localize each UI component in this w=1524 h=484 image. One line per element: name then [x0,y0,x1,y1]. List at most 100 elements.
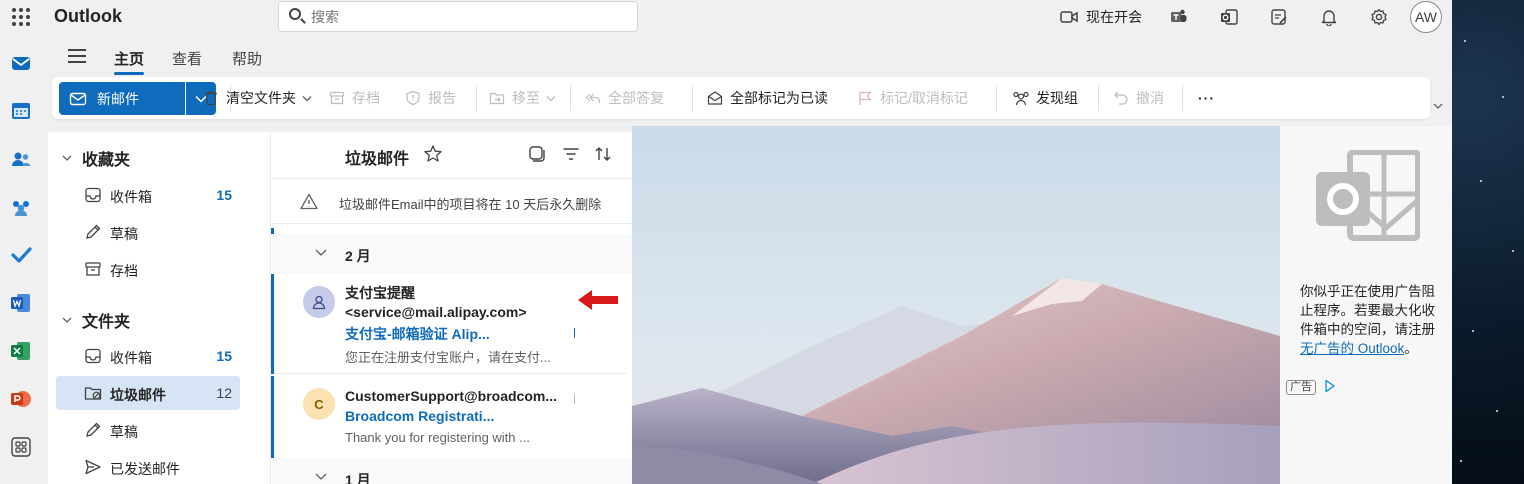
date-group-header[interactable]: 1 月 [271,458,633,484]
more-apps-icon[interactable] [8,434,34,460]
tab-home[interactable]: 主页 [114,48,145,75]
notifications-button[interactable] [1304,2,1354,32]
meet-now-button[interactable]: 现在开会 [1048,2,1154,32]
ad-free-outlook-link[interactable]: 无广告的 Outlook [1300,341,1404,356]
message-preview: Thank you for registering with ... [345,430,530,445]
ad-choices-icon[interactable] [1324,379,1336,393]
warning-icon [300,193,318,210]
date-group-header[interactable]: 2 月 [271,234,633,274]
account-avatar[interactable]: AW [1410,1,1442,33]
outlook-window: Outlook 现在开会 [0,0,1452,484]
move-to-label: 移至 [512,90,540,106]
calendar-app-icon[interactable] [8,98,34,124]
sort-icon[interactable] [593,144,613,164]
flag-label: 标记/取消标记 [880,90,968,106]
folder-label: 草稿 [110,226,138,242]
people-app-icon[interactable] [8,146,34,172]
tab-view[interactable]: 查看 [172,48,202,69]
group-label: 1 月 [345,472,371,484]
undo-icon [1112,89,1130,107]
favorite-item-drafts[interactable]: 草稿 [56,215,240,249]
word-app-icon[interactable] [8,290,34,316]
chevron-down-icon[interactable] [1432,100,1444,112]
move-to-button[interactable]: 移至 [488,87,556,109]
favorites-title: 收藏夹 [82,152,131,169]
excel-app-icon[interactable] [8,338,34,364]
select-mode-icon[interactable] [527,144,547,164]
search-icon [289,8,301,20]
message-item-alipay[interactable]: 支付宝提醒 <service@mail.alipay.com> 支付宝-邮箱验证… [271,274,627,374]
teams-button[interactable] [1154,2,1204,32]
ad-pane: 你似乎正在使用广告阻止程序。若要最大化收件箱中的空间，请注册 无广告的 Outl… [1280,126,1452,484]
chevron-down-icon [62,317,72,323]
favorite-item-archive[interactable]: 存档 [56,252,240,286]
junk-retention-notice: 垃圾邮件Email中的项目将在 10 天后永久删除 [271,178,633,224]
office-apps-button[interactable] [1204,2,1254,32]
archive-icon [85,262,101,276]
mountain-landscape-image [632,126,1280,484]
flag-button[interactable]: 标记/取消标记 [856,87,968,109]
folder-title: 垃圾邮件 [345,151,410,168]
envelope-open-icon [706,89,724,107]
app-title: Outlook [54,6,122,26]
tab-help[interactable]: 帮助 [232,48,262,69]
settings-button[interactable] [1354,2,1404,32]
mail-app-icon[interactable] [8,50,34,76]
mark-all-read-label: 全部标记为已读 [730,90,828,106]
new-mail-button[interactable]: 新邮件 [59,82,185,115]
message-preview: 您正在注册支付宝账户，请在支付... [345,350,551,365]
folders-title: 文件夹 [82,314,131,331]
folders-section-header[interactable]: 文件夹 [62,308,130,332]
folder-item-sent[interactable]: 已发送邮件 [56,450,240,484]
archive-icon [328,89,346,107]
ad-badge: 广告 [1286,380,1316,395]
desktop-background [1452,0,1524,484]
folder-item-inbox[interactable]: 收件箱 15 [56,339,240,373]
folder-pane: 收藏夹 收件箱 15 草稿 存档 文件夹 收件箱 15 垃圾邮件 12 草稿 已… [48,132,270,484]
notice-text: 垃圾邮件Email中的项目将在 10 天后永久删除 [339,197,602,212]
command-bar: 新邮件 清空文件夹 存档 报告 移至 全部答复 全部标记为已读 标记/取消标记 … [52,77,1430,119]
notes-button[interactable] [1254,2,1304,32]
message-subject: Broadcom Registrati... [345,408,495,424]
folder-label: 垃圾邮件 [110,387,166,403]
empty-folder-button[interactable]: 清空文件夹 [202,87,312,109]
app-launcher-icon[interactable] [10,6,30,26]
folder-label: 存档 [110,263,138,279]
favorites-section-header[interactable]: 收藏夹 [62,146,130,170]
report-button[interactable]: 报告 [404,87,456,109]
video-camera-icon [1060,11,1078,23]
discover-groups-button[interactable]: 发现组 [1012,87,1078,109]
mark-all-read-button[interactable]: 全部标记为已读 [706,87,828,109]
groups-icon [1012,89,1030,107]
more-options-button[interactable]: ··· [1198,87,1215,109]
groups-app-icon[interactable] [8,194,34,220]
red-arrow-annotation [578,290,618,310]
star-icon[interactable] [423,144,443,164]
pencil-icon [86,422,101,437]
filter-icon[interactable] [561,144,581,164]
hamburger-menu-icon[interactable] [68,49,86,63]
pencil-icon [86,224,101,239]
todo-app-icon[interactable] [8,242,34,268]
chevron-down-icon [302,95,312,101]
envelope-icon [69,92,87,105]
search-input[interactable] [311,6,621,28]
archive-button[interactable]: 存档 [328,87,380,109]
folder-label: 已发送邮件 [110,461,180,477]
report-label: 报告 [428,90,456,106]
outlook-logo-icon [1316,150,1420,241]
undo-button[interactable]: 撤消 [1112,87,1164,109]
meet-now-label: 现在开会 [1086,9,1142,25]
folder-item-junk[interactable]: 垃圾邮件 12 [56,376,240,410]
person-icon [312,295,326,310]
favorite-item-inbox[interactable]: 收件箱 15 [56,178,240,212]
search-box[interactable] [278,1,638,32]
folder-move-icon [488,89,506,107]
app-rail [0,40,42,484]
new-mail-label: 新邮件 [97,90,139,107]
junk-folder-icon [84,387,102,400]
reply-all-button[interactable]: 全部答复 [584,87,664,109]
powerpoint-app-icon[interactable] [8,386,34,412]
sender-avatar [303,286,335,318]
folder-item-drafts[interactable]: 草稿 [56,413,240,447]
